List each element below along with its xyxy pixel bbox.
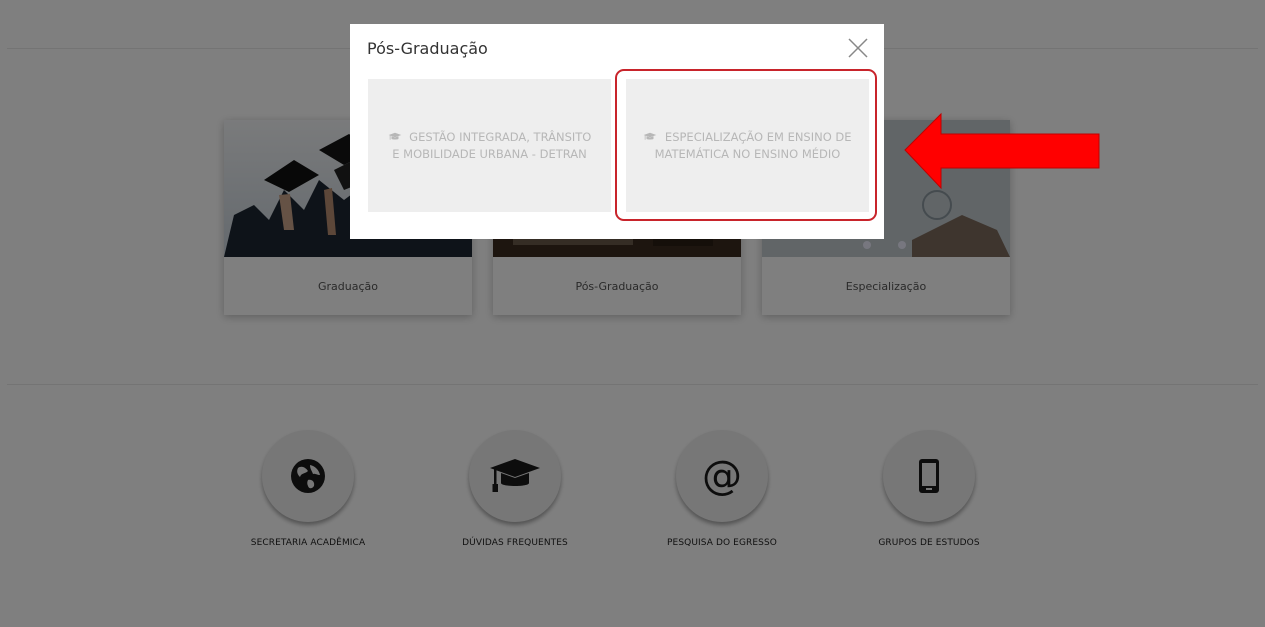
red-arrow-annotation: [904, 112, 1100, 190]
graduation-cap-icon: [388, 131, 406, 144]
highlight-box: [615, 69, 877, 221]
option-line-1: GESTÃO INTEGRADA, TRÂNSITO: [409, 129, 592, 144]
close-icon[interactable]: [847, 37, 869, 59]
option-gestao-transito[interactable]: GESTÃO INTEGRADA, TRÂNSITO E MOBILIDADE …: [368, 79, 611, 212]
option-line-2: E MOBILIDADE URBANA - DETRAN: [392, 146, 587, 161]
modal-title: Pós-Graduação: [367, 39, 488, 58]
